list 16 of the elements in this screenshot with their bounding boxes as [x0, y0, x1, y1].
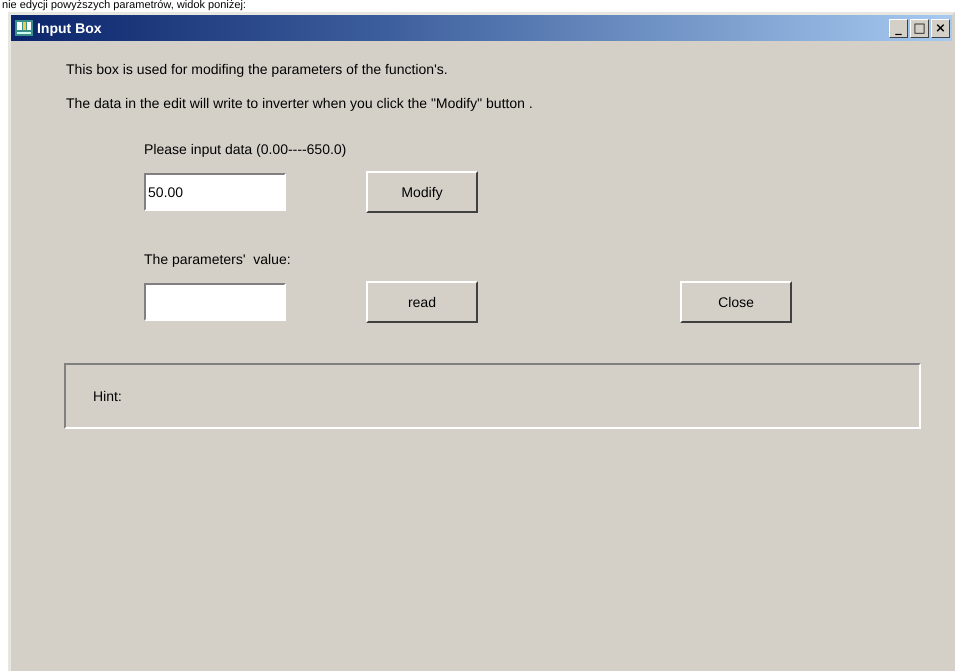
description-text: This box is used for modifing the parameters of the function's. [66, 61, 449, 77]
maximize-button[interactable]: □ [910, 18, 929, 38]
input-field[interactable]: 50.00 [144, 173, 286, 211]
description-text: The data in the edit will write to inverter when you click the "Modify" button . [66, 95, 534, 111]
window-title: Input Box [37, 20, 102, 36]
input-label: Please input data (0.00----650.0) [144, 141, 348, 157]
read-button[interactable]: read [366, 281, 478, 323]
close-button[interactable]: × [931, 18, 950, 38]
modify-button[interactable]: Modify [366, 171, 478, 213]
minimize-button[interactable]: _ [889, 18, 908, 38]
value-field[interactable] [144, 283, 286, 321]
caption-text: nie edycji powyższych parametrów, widok poniżej: [1, 0, 247, 11]
close-button[interactable]: Close [680, 281, 792, 323]
hint-text: Hint: [93, 388, 122, 404]
app-logo-icon [15, 20, 33, 36]
value-label: The parameters' value: [144, 251, 292, 267]
